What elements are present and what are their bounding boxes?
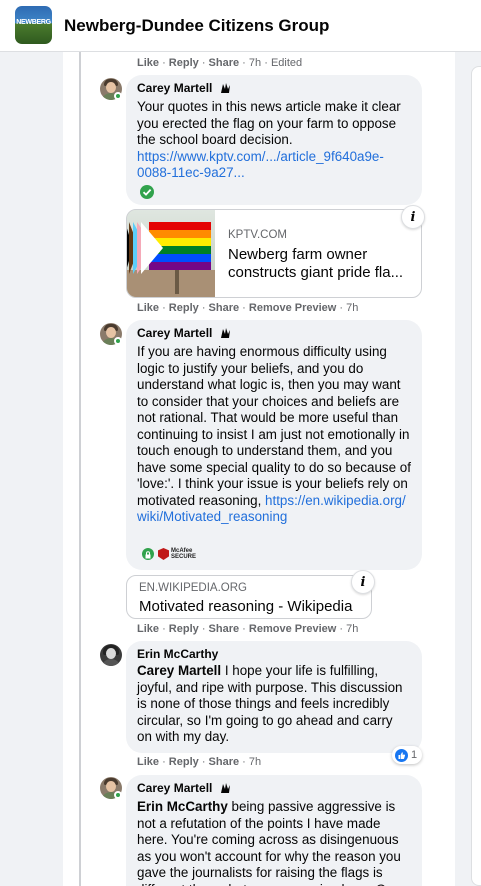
comment-actions: Like · Reply · Share · 7h xyxy=(137,756,262,768)
comment-author[interactable]: Erin McCarthy xyxy=(137,647,218,661)
top-fan-badge-icon[interactable] xyxy=(218,326,232,340)
comment-text: Carey Martell I hope your life is fulfil… xyxy=(137,663,411,746)
trust-badges: McAfee SECURE xyxy=(142,548,197,560)
preview-title: Motivated reasoning - Wikipedia xyxy=(139,598,353,615)
like-action[interactable]: Like xyxy=(137,302,159,314)
timestamp[interactable]: 7h xyxy=(346,623,358,635)
comment-author[interactable]: Carey Martell xyxy=(137,781,212,795)
link-preview-card[interactable]: KPTV.COM Newberg farm owner constructs g… xyxy=(126,209,422,298)
preview-title: Newberg farm owner constructs giant prid… xyxy=(228,246,404,281)
comment-author-row: Carey Martell xyxy=(137,81,411,95)
comment-author[interactable]: Carey Martell xyxy=(137,81,212,95)
comment-bubble: Carey Martell Your quotes in this news a… xyxy=(126,75,422,205)
preview-source: EN.WIKIPEDIA.ORG xyxy=(139,582,247,594)
verified-check-icon xyxy=(140,185,154,199)
timestamp[interactable]: 7h xyxy=(346,302,358,314)
comment-bubble: Carey Martell If you are having enormous… xyxy=(126,320,422,570)
comment-author[interactable]: Carey Martell xyxy=(137,326,212,340)
info-icon[interactable]: i xyxy=(401,205,425,229)
share-action[interactable]: Share xyxy=(209,756,240,768)
link-preview-card[interactable]: EN.WIKIPEDIA.ORG Motivated reasoning - W… xyxy=(126,575,372,619)
comment-bubble: Erin McCarthy Carey Martell I hope your … xyxy=(126,641,422,753)
comment-text: Erin McCarthy being passive aggressive i… xyxy=(137,799,411,886)
reply-action[interactable]: Reply xyxy=(169,756,199,768)
top-fan-badge-icon[interactable] xyxy=(218,781,232,795)
online-status-dot xyxy=(114,92,122,100)
group-logo[interactable]: NEWBERG xyxy=(15,6,52,44)
comment-link[interactable]: https://www.kptv.com/.../article_9f640a9… xyxy=(137,149,384,181)
edited-label: Edited xyxy=(270,57,303,69)
top-fan-badge-icon[interactable] xyxy=(218,81,232,95)
remove-preview-action[interactable]: Remove Preview xyxy=(249,623,336,635)
comment-bubble: Carey Martell Erin McCarthy being passiv… xyxy=(126,775,422,886)
avatar[interactable] xyxy=(100,644,122,666)
comment-author-row: Carey Martell xyxy=(137,326,411,340)
like-action[interactable]: Like xyxy=(137,57,159,69)
group-header: NEWBERG Newberg-Dundee Citizens Group xyxy=(0,0,481,52)
lock-icon xyxy=(142,548,154,560)
like-reaction-icon xyxy=(395,748,408,762)
mention-link[interactable]: Erin McCarthy xyxy=(137,799,228,814)
online-status-dot xyxy=(114,791,122,799)
mention-link[interactable]: Carey Martell xyxy=(137,663,221,678)
group-logo-text: NEWBERG xyxy=(16,19,51,26)
like-action[interactable]: Like xyxy=(137,756,159,768)
timestamp[interactable]: 7h xyxy=(249,756,261,768)
reaction-summary[interactable]: 1 xyxy=(392,746,423,764)
timestamp[interactable]: 7h xyxy=(249,57,261,69)
comment-text: If you are having enormous difficulty us… xyxy=(137,344,411,526)
mcafee-shield-icon xyxy=(158,548,169,560)
share-action[interactable]: Share xyxy=(209,623,240,635)
comment-actions: Like · Reply · Share · Remove Preview · … xyxy=(137,302,359,314)
mcafee-badge-label: McAfee SECURE xyxy=(171,548,197,560)
reply-action[interactable]: Reply xyxy=(169,57,199,69)
info-icon[interactable]: i xyxy=(351,570,375,594)
comment-body: Your quotes in this news article make it… xyxy=(137,99,401,147)
comment-author-row: Carey Martell xyxy=(137,781,411,795)
online-status-dot xyxy=(114,337,122,345)
remove-preview-action[interactable]: Remove Preview xyxy=(249,302,336,314)
side-card xyxy=(471,66,481,886)
share-action[interactable]: Share xyxy=(209,57,240,69)
like-action[interactable]: Like xyxy=(137,623,159,635)
comment-actions: Like · Reply · Share · Remove Preview · … xyxy=(137,623,359,635)
group-title[interactable]: Newberg-Dundee Citizens Group xyxy=(64,16,329,36)
share-action[interactable]: Share xyxy=(209,302,240,314)
comment-body: If you are having enormous difficulty us… xyxy=(137,344,411,508)
thread-line xyxy=(79,52,81,886)
reaction-count: 1 xyxy=(411,749,418,761)
reply-action[interactable]: Reply xyxy=(169,623,199,635)
comment-text: Your quotes in this news article make it… xyxy=(137,99,411,182)
preview-thumbnail xyxy=(127,210,215,297)
comment-author-row: Erin McCarthy xyxy=(137,647,411,661)
comment-actions: Like · Reply · Share · 7h · Edited xyxy=(137,57,303,69)
reply-action[interactable]: Reply xyxy=(169,302,199,314)
preview-source: KPTV.COM xyxy=(228,229,288,241)
